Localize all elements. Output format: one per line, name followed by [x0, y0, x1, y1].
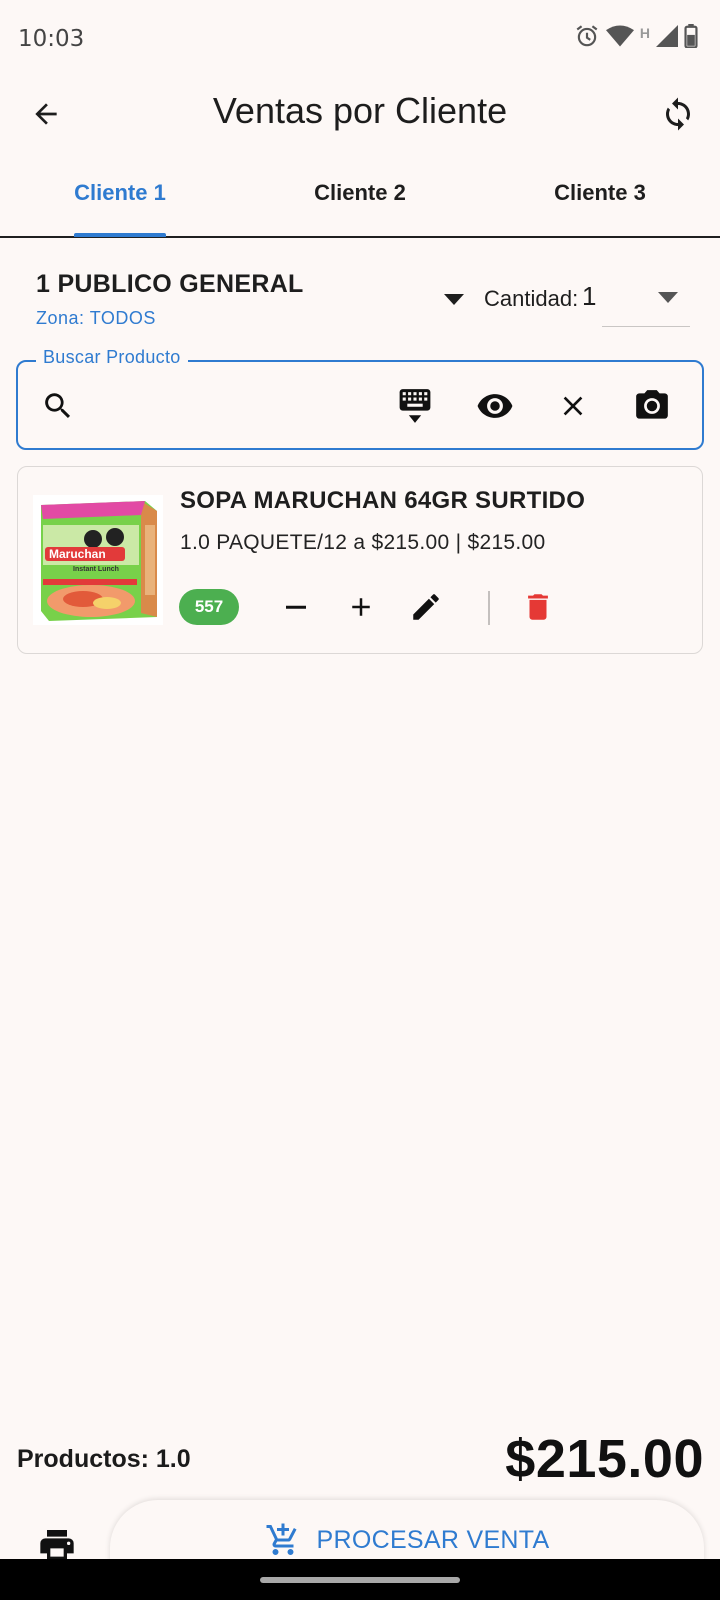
- plus-icon: [352, 598, 370, 616]
- keyboard-button[interactable]: [391, 382, 439, 430]
- camera-icon: [636, 390, 668, 419]
- product-brand-text: Maruchan: [49, 547, 106, 561]
- increase-quantity-button[interactable]: [339, 585, 383, 629]
- status-time: 10:03: [18, 26, 85, 52]
- tab-label: Cliente 3: [554, 180, 646, 205]
- system-nav-bar: [0, 1559, 720, 1600]
- tab-cliente-2[interactable]: Cliente 2: [240, 160, 480, 236]
- customer-zone: Zona: TODOS: [36, 308, 156, 328]
- cell-signal-icon: [656, 24, 678, 52]
- product-name: SOPA MARUCHAN 64GR SURTIDO: [180, 487, 586, 514]
- quantity-value: 1: [582, 281, 597, 311]
- eye-icon: [477, 394, 513, 418]
- app-bar: Ventas por Cliente: [0, 78, 720, 150]
- tab-indicator: [74, 233, 166, 237]
- product-image: Maruchan Instant Lunch: [33, 495, 163, 625]
- page-title: Ventas por Cliente: [212, 90, 508, 131]
- search-input[interactable]: [98, 380, 398, 430]
- decrease-quantity-button[interactable]: [274, 585, 318, 629]
- tab-label: Cliente 2: [314, 180, 406, 205]
- delete-item-button[interactable]: [516, 585, 560, 629]
- product-detail: 1.0 PAQUETE/12 a $215.00 | $215.00: [180, 531, 546, 554]
- process-sale-label: PROCESAR VENTA: [316, 1525, 550, 1554]
- keyboard-icon: [399, 389, 431, 423]
- search-label: Buscar Producto: [36, 347, 188, 368]
- tab-cliente-1[interactable]: Cliente 1: [0, 160, 240, 237]
- product-image-subtext: Instant Lunch: [73, 566, 119, 573]
- status-icons: H: [574, 23, 698, 54]
- quantity-select[interactable]: Cantidad: 1: [484, 280, 690, 328]
- search-icon: [34, 382, 82, 430]
- home-gesture-handle[interactable]: [260, 1577, 460, 1583]
- dropdown-arrow-icon: [444, 294, 464, 305]
- status-bar: 10:03 H: [0, 0, 720, 78]
- product-search-field: Buscar Producto: [16, 347, 704, 450]
- products-count: Productos: 1.0: [17, 1445, 191, 1473]
- trash-icon: [528, 594, 548, 620]
- customer-dropdown-button[interactable]: [440, 290, 468, 310]
- client-tabs: Cliente 1 Cliente 2 Cliente 3: [0, 160, 720, 238]
- sync-button[interactable]: [656, 92, 700, 136]
- action-divider: [488, 591, 490, 625]
- battery-icon: [684, 23, 698, 53]
- tab-label: Cliente 1: [74, 180, 166, 205]
- edit-item-button[interactable]: [404, 585, 448, 629]
- h-signal-icon: H: [639, 25, 650, 41]
- add-cart-icon: [266, 1523, 297, 1555]
- stock-badge: 557: [179, 589, 239, 625]
- quantity-underline: [602, 326, 690, 327]
- minus-icon: [286, 605, 306, 609]
- camera-button[interactable]: [628, 382, 676, 430]
- cart-item-card[interactable]: Maruchan Instant Lunch SOPA MARUCHAN 64G…: [17, 466, 703, 654]
- visibility-button[interactable]: [471, 382, 519, 430]
- clear-button[interactable]: [549, 382, 597, 430]
- pencil-icon: [413, 594, 439, 620]
- customer-name[interactable]: 1 PUBLICO GENERAL: [36, 270, 304, 299]
- quantity-label: Cantidad:: [484, 286, 579, 311]
- wifi-icon: [605, 24, 634, 53]
- sale-total: $215.00: [505, 1429, 704, 1489]
- alarm-icon: [574, 23, 600, 54]
- process-sale-content: PROCESAR VENTA: [265, 1522, 550, 1558]
- quantity-dropdown-icon: [654, 288, 682, 308]
- close-icon: [563, 396, 583, 416]
- tab-cliente-3[interactable]: Cliente 3: [480, 160, 720, 236]
- sync-icon: [666, 97, 690, 131]
